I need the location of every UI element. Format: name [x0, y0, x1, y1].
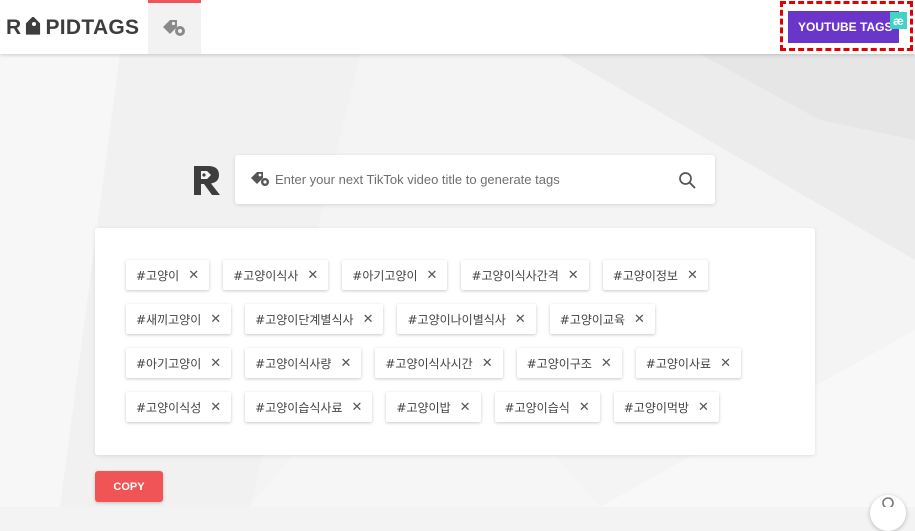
tag-chip[interactable]: #고양이교육 ✕ [549, 304, 655, 334]
tag-chip[interactable]: #고양이식성 ✕ [126, 392, 232, 422]
remove-tag-icon[interactable]: ✕ [515, 312, 526, 327]
remove-tag-icon[interactable]: ✕ [210, 356, 221, 371]
tag-label: #고양이밥 [396, 400, 451, 415]
top-navbar: R PIDTAGS YOUTUBE TAGS æ [0, 0, 915, 54]
tag-chip[interactable]: #고양이식사 ✕ [223, 260, 329, 290]
tag-chip[interactable]: #고양이습식 ✕ [494, 392, 600, 422]
tag-icon [251, 172, 269, 186]
search-button[interactable] [675, 168, 699, 192]
logo-text-right: PIDTAGS [45, 16, 140, 39]
search-bar [235, 155, 715, 204]
remove-tag-icon[interactable]: ✕ [363, 312, 374, 327]
remove-tag-icon[interactable]: ✕ [352, 400, 363, 415]
tag-label: #고양이습식사료 [255, 400, 343, 415]
tag-label: #고양이습식 [504, 400, 570, 415]
tag-chip[interactable]: #고양이먹방 ✕ [613, 392, 719, 422]
tag-settings-icon [162, 19, 185, 36]
tag-chip[interactable]: #고양이식사간격 ✕ [461, 260, 589, 290]
remove-tag-icon[interactable]: ✕ [210, 312, 221, 327]
youtube-tags-button[interactable]: YOUTUBE TAGS [788, 11, 899, 43]
tag-label: #고양이정보 [612, 268, 678, 283]
tag-label: #고양이사료 [645, 356, 712, 371]
tag-label: #고양이구조 [526, 356, 592, 371]
tag-label: #고양이식사시간 [385, 356, 473, 371]
remove-tag-icon[interactable]: ✕ [698, 400, 709, 415]
site-logo[interactable]: R PIDTAGS [6, 15, 139, 41]
tag-label: #고양이나이별식사 [407, 312, 506, 327]
remove-tag-icon[interactable]: ✕ [482, 356, 493, 371]
tag-label: #고양이먹방 [623, 400, 689, 415]
tag-row: #아기고양이 ✕ #고양이식사량 ✕ #고양이식사시간 ✕ #고양이구조 ✕ #고양이사료 ✕ [126, 348, 741, 378]
chat-widget-button[interactable] [870, 495, 906, 531]
youtube-tags-highlight: YOUTUBE TAGS æ [780, 1, 913, 51]
tag-chip[interactable]: #고양이사료 ✕ [635, 348, 741, 378]
tag-label: #고양이 [136, 268, 180, 283]
generated-tags-panel: #고양이 ✕ #고양이식사 ✕ #아기고양이 ✕ #고양이식사간격 ✕ #고양이정보 ✕ #새끼고… [95, 228, 815, 455]
logo-text-left: R [6, 16, 22, 39]
remove-tag-icon[interactable]: ✕ [687, 268, 698, 283]
tag-row: #고양이식성 ✕ #고양이습식사료 ✕ #고양이밥 ✕ #고양이습식 ✕ #고양이먹방 ✕ [126, 392, 719, 422]
remove-tag-icon[interactable]: ✕ [427, 268, 438, 283]
remove-tag-icon[interactable]: ✕ [460, 400, 471, 415]
tag-chip[interactable]: #아기고양이 ✕ [342, 260, 448, 290]
copy-button[interactable]: COPY [95, 471, 163, 502]
remove-tag-icon[interactable]: ✕ [340, 356, 351, 371]
tag-label: #고양이교육 [559, 312, 626, 327]
tag-chip[interactable]: #고양이정보 ✕ [602, 260, 708, 290]
tag-chip[interactable]: #고양이구조 ✕ [516, 348, 622, 378]
tag-chip[interactable]: #아기고양이 ✕ [126, 348, 232, 378]
tag-chip[interactable]: #고양이나이별식사 ✕ [397, 304, 536, 334]
tag-row: #고양이 ✕ #고양이식사 ✕ #아기고양이 ✕ #고양이식사간격 ✕ #고양이정보 ✕ [126, 260, 708, 290]
r-logo-mark-icon [194, 166, 220, 195]
tag-label: #고양이식사량 [255, 356, 332, 371]
tag-chip[interactable]: #고양이 ✕ [126, 260, 210, 290]
video-title-input[interactable] [275, 167, 675, 191]
tag-chip[interactable]: #고양이밥 ✕ [386, 392, 481, 422]
search-icon [679, 172, 696, 189]
tag-chip[interactable]: #새끼고양이 ✕ [126, 304, 232, 334]
tag-label: #아기고양이 [136, 356, 202, 371]
tag-label: #고양이식사간격 [471, 268, 559, 283]
remove-tag-icon[interactable]: ✕ [601, 356, 612, 371]
tag-label: #새끼고양이 [136, 312, 202, 327]
remove-tag-icon[interactable]: ✕ [188, 268, 199, 283]
tag-label: #아기고양이 [352, 268, 418, 283]
remove-tag-icon[interactable]: ✕ [634, 312, 645, 327]
tag-label: #고양이단계별식사 [255, 312, 354, 327]
tiktok-tags-nav-tab[interactable] [148, 0, 201, 54]
tag-chip[interactable]: #고양이습식사료 ✕ [245, 392, 373, 422]
chat-icon [882, 497, 894, 507]
tag-logo-icon [26, 17, 41, 35]
remove-tag-icon[interactable]: ✕ [720, 356, 731, 371]
remove-tag-icon[interactable]: ✕ [568, 268, 579, 283]
tag-label: #고양이식사 [233, 268, 299, 283]
tag-chip[interactable]: #고양이단계별식사 ✕ [245, 304, 384, 334]
tag-chip[interactable]: #고양이식사시간 ✕ [375, 348, 503, 378]
remove-tag-icon[interactable]: ✕ [307, 268, 318, 283]
tag-chip[interactable]: #고양이식사량 ✕ [245, 348, 362, 378]
tag-label: #고양이식성 [136, 400, 202, 415]
tag-row: #새끼고양이 ✕ #고양이단계별식사 ✕ #고양이나이별식사 ✕ #고양이교육 ✕ [126, 304, 655, 334]
remove-tag-icon[interactable]: ✕ [579, 400, 590, 415]
remove-tag-icon[interactable]: ✕ [210, 400, 221, 415]
extension-badge-icon[interactable]: æ [890, 12, 907, 29]
